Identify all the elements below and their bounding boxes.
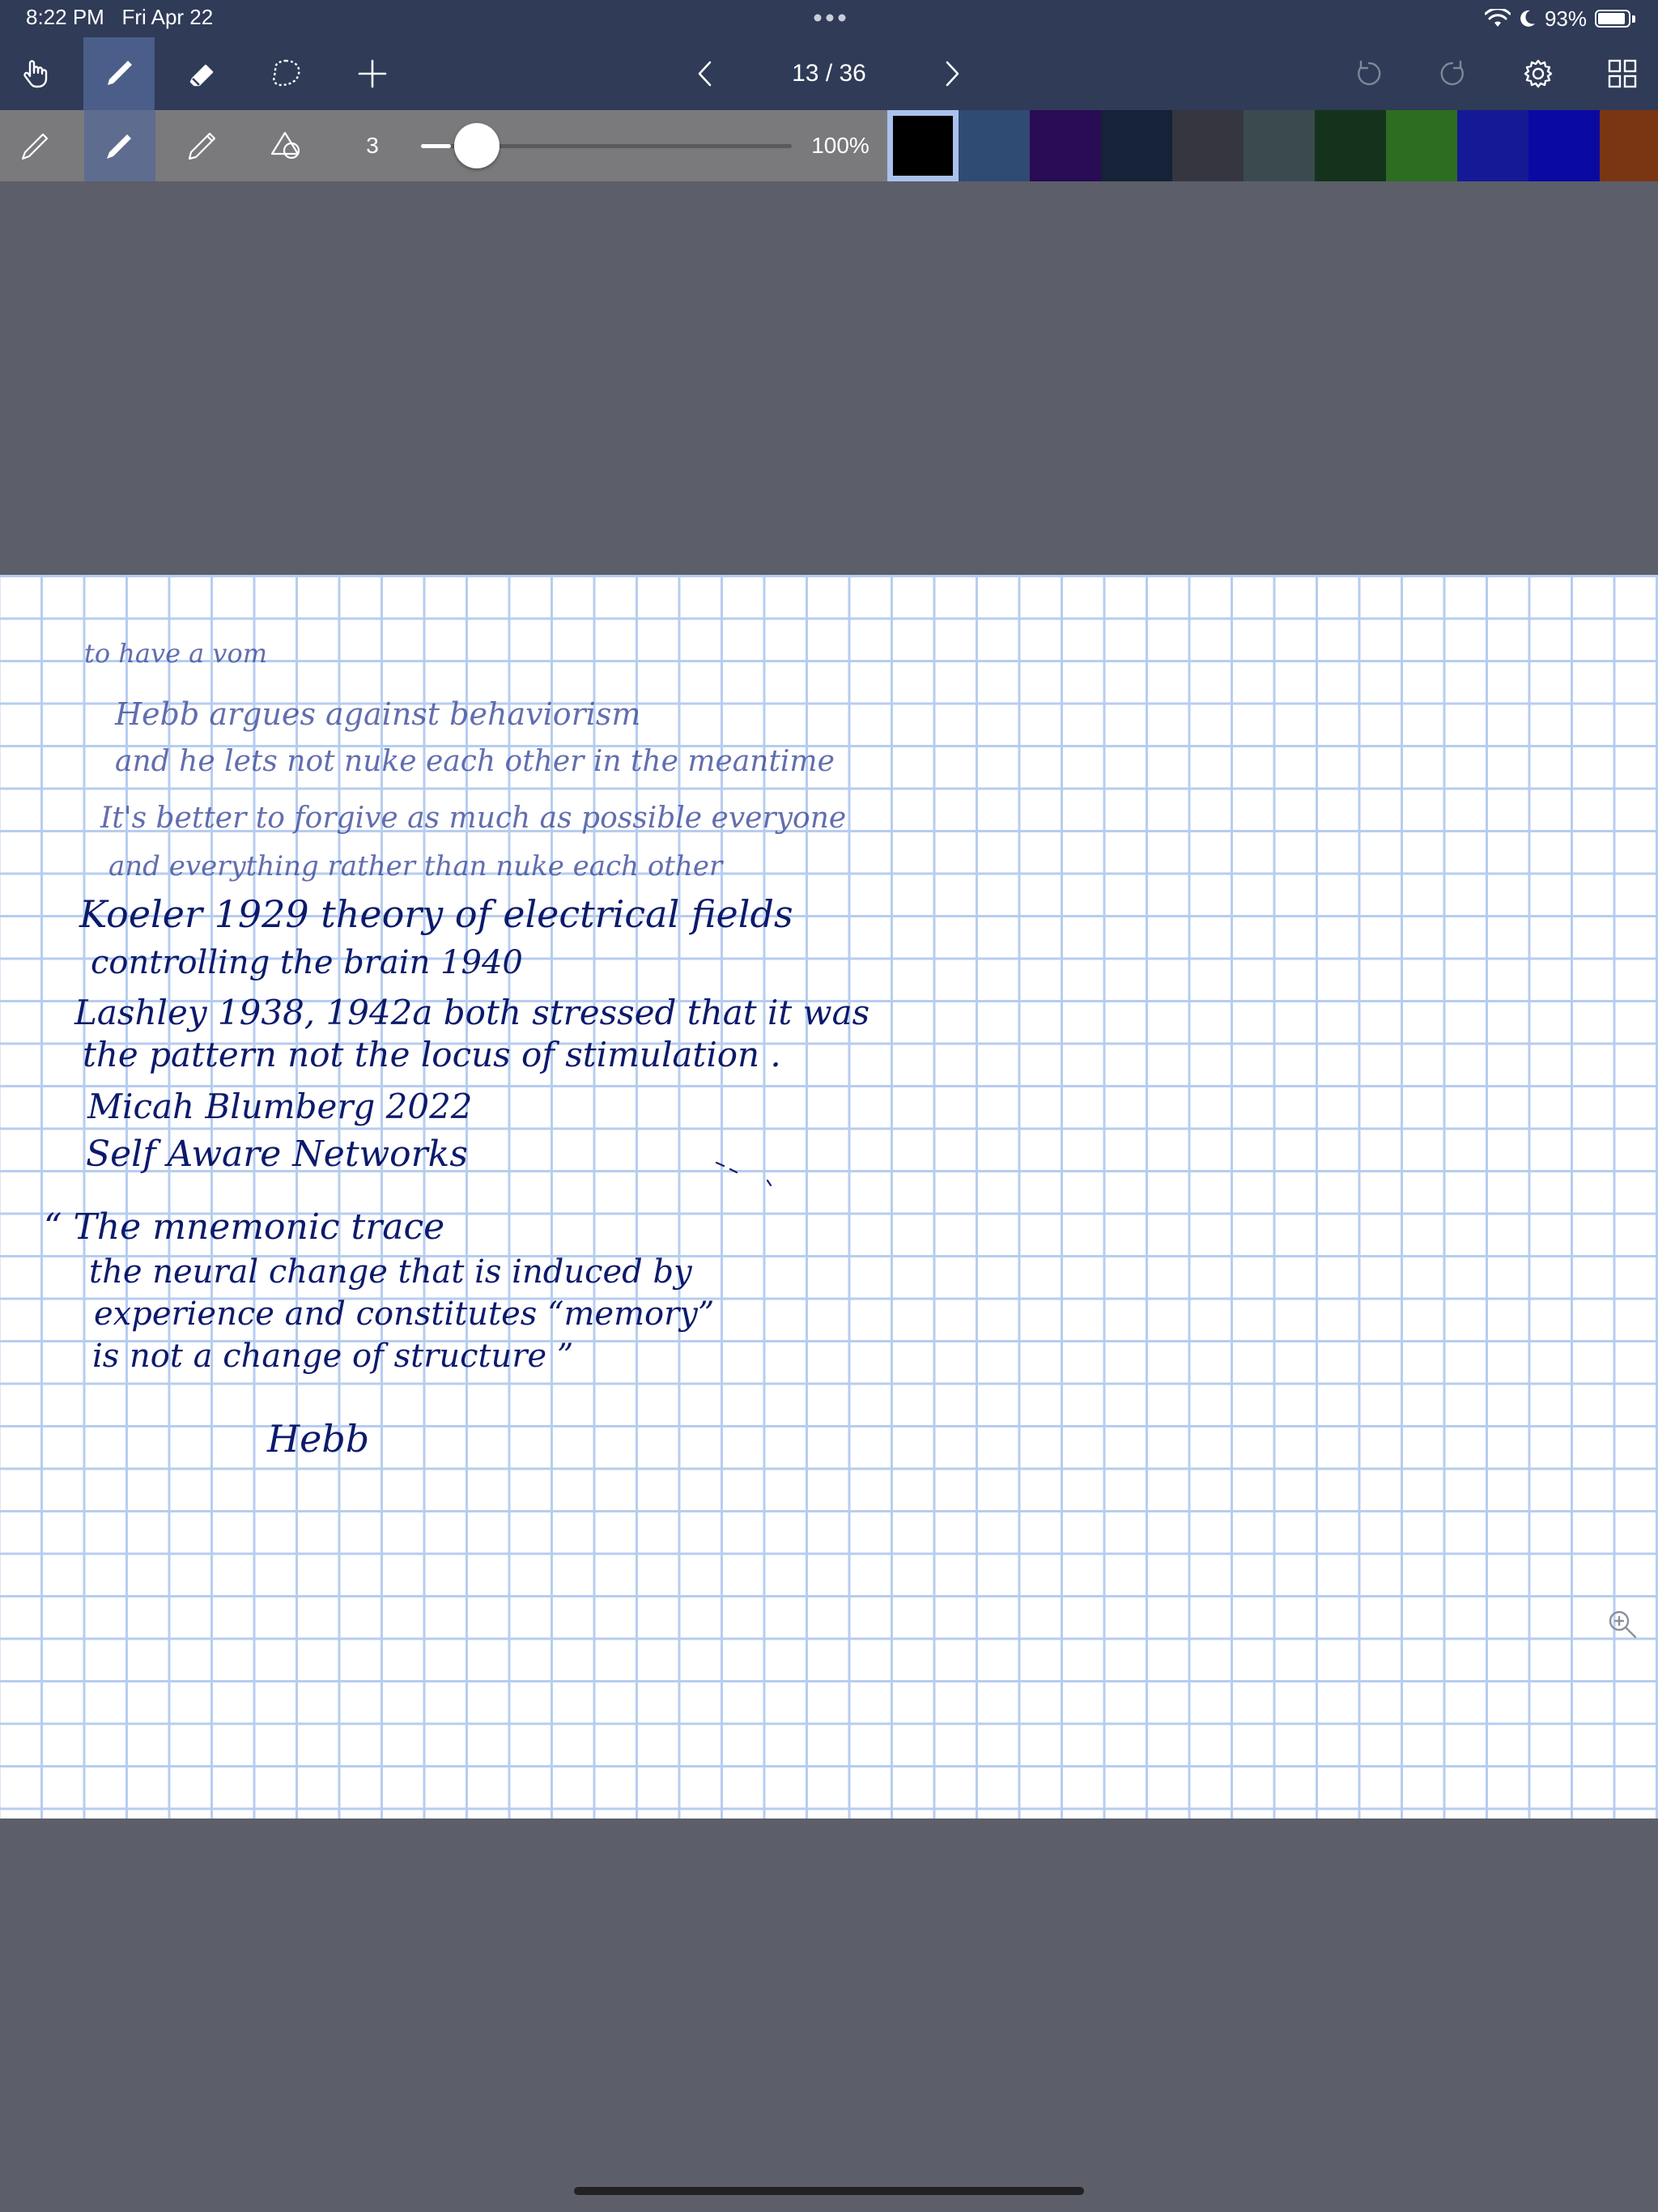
color-swatch[interactable] [959,110,1030,181]
color-swatch[interactable] [1101,110,1172,181]
shape-tool-button[interactable] [251,110,322,181]
ball-pen-button[interactable] [84,110,155,181]
color-swatch[interactable] [1315,110,1386,181]
moon-icon [1520,10,1535,27]
wifi-icon [1484,9,1511,27]
next-page-button[interactable] [916,37,987,110]
note-line: to have a vom [84,638,268,669]
color-swatch[interactable] [887,110,959,181]
add-icon [358,59,387,88]
note-line: and he lets not nuke each other in the m… [115,745,835,778]
grid-icon [1608,59,1637,88]
hand-tool-button[interactable] [0,37,71,110]
battery-percent: 93% [1544,6,1587,31]
battery-level [1598,13,1626,24]
color-swatch[interactable] [1457,110,1528,181]
shapes-icon [270,131,300,160]
note-line: is not a change of structure ” [92,1338,574,1375]
gear-icon [1524,59,1553,88]
note-signature: Hebb [267,1417,370,1461]
date-label: Fri Apr 22 [121,5,214,29]
battery-cap [1632,15,1635,23]
color-swatch[interactable] [1172,110,1244,181]
color-swatch[interactable] [1030,110,1101,181]
color-swatch[interactable] [1386,110,1457,181]
ink-stray-marks [715,1161,772,1187]
undo-icon [1358,60,1381,86]
eraser-icon [189,64,214,87]
chevron-left-icon [698,61,712,87]
note-line: the pattern not the locus of stimulation… [83,1035,781,1074]
brush-pen-icon [188,132,216,160]
color-palette [887,110,1658,181]
redo-button[interactable] [1417,37,1488,110]
status-indicators: 93% [1484,3,1635,34]
status-time: 8:22 PM Fri Apr 22 [26,5,213,30]
fountain-pen-icon [21,133,49,160]
pen-size-slider-thumb[interactable] [453,123,500,168]
main-toolbar: 13 / 36 [0,37,1658,110]
opacity-label[interactable]: 100% [801,110,879,181]
note-line: “ The mnemonic trace [44,1206,445,1248]
pen-options-toolbar: 3 100% [0,110,1658,181]
chevron-right-icon [946,61,959,87]
previous-page-button[interactable] [670,37,742,110]
time-label: 8:22 PM [26,5,104,29]
pen-size-slider-fill [421,144,451,148]
note-page[interactable]: to have a vom Hebb argues against behavi… [0,575,1658,1819]
note-line: controlling the brain 1940 [91,944,523,981]
note-line: Lashley 1938, 1942a both stressed that i… [74,993,870,1032]
redo-icon [1440,60,1464,86]
home-indicator[interactable] [574,2187,1084,2195]
color-swatch[interactable] [1600,110,1658,181]
lasso-icon [273,59,300,87]
status-bar: 8:22 PM Fri Apr 22 93% [0,0,1658,37]
undo-button[interactable] [1333,37,1405,110]
color-swatch[interactable] [1244,110,1315,181]
note-line: Self Aware Networks [86,1134,468,1175]
battery-icon [1595,10,1630,28]
lasso-tool-button[interactable] [250,37,321,110]
note-line: It's better to forgive as much as possib… [100,802,847,835]
eraser-tool-button[interactable] [167,37,238,110]
brush-pen-button[interactable] [167,110,238,181]
pen-icon [108,61,132,85]
note-line: and everything rather than nuke each oth… [108,850,723,883]
page-indicator[interactable]: 13 / 36 [753,37,905,110]
fountain-pen-button[interactable] [0,110,71,181]
ball-pen-icon [107,134,131,159]
page-grid-button[interactable] [1587,37,1658,110]
hand-icon [23,60,48,88]
pen-tool-button[interactable] [83,37,155,110]
note-line: Micah Blumberg 2022 [87,1087,473,1126]
multitasking-dots-icon[interactable] [813,13,847,23]
pen-size-label: 3 [366,133,379,158]
note-line: Hebb argues against behaviorism [115,696,641,732]
note-line: the neural change that is induced by [89,1253,692,1291]
note-line: experience and constitutes “memory” [94,1295,715,1333]
note-line: Koeler 1929 theory of electrical fields [79,892,793,936]
add-button[interactable] [337,37,408,110]
zoom-icon[interactable] [1606,1608,1639,1640]
color-swatch[interactable] [1528,110,1600,181]
settings-button[interactable] [1503,37,1574,110]
